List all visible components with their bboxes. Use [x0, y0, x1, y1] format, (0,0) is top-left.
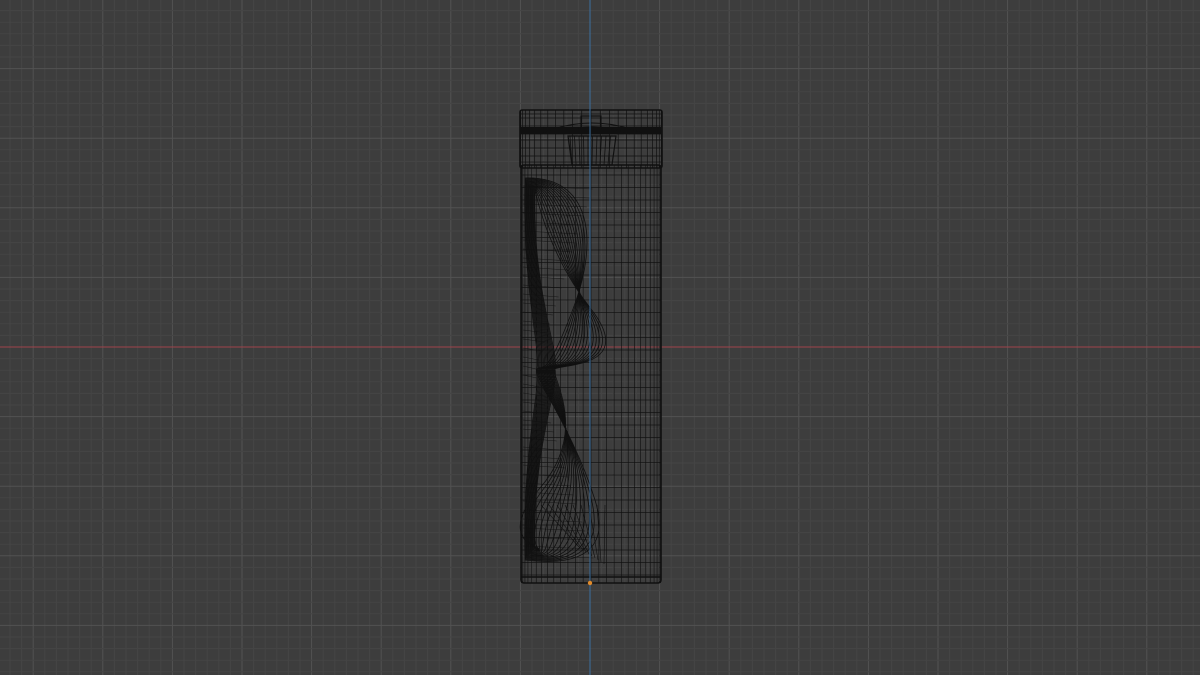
- viewport-canvas[interactable]: [0, 0, 1200, 675]
- cap-nozzle-edge: [583, 135, 585, 166]
- object-origin-point[interactable]: [587, 580, 593, 586]
- cap-nozzle-edge: [591, 135, 593, 166]
- mesh-object-wireframe[interactable]: [519, 109, 663, 584]
- 3d-viewport[interactable]: [0, 0, 1200, 675]
